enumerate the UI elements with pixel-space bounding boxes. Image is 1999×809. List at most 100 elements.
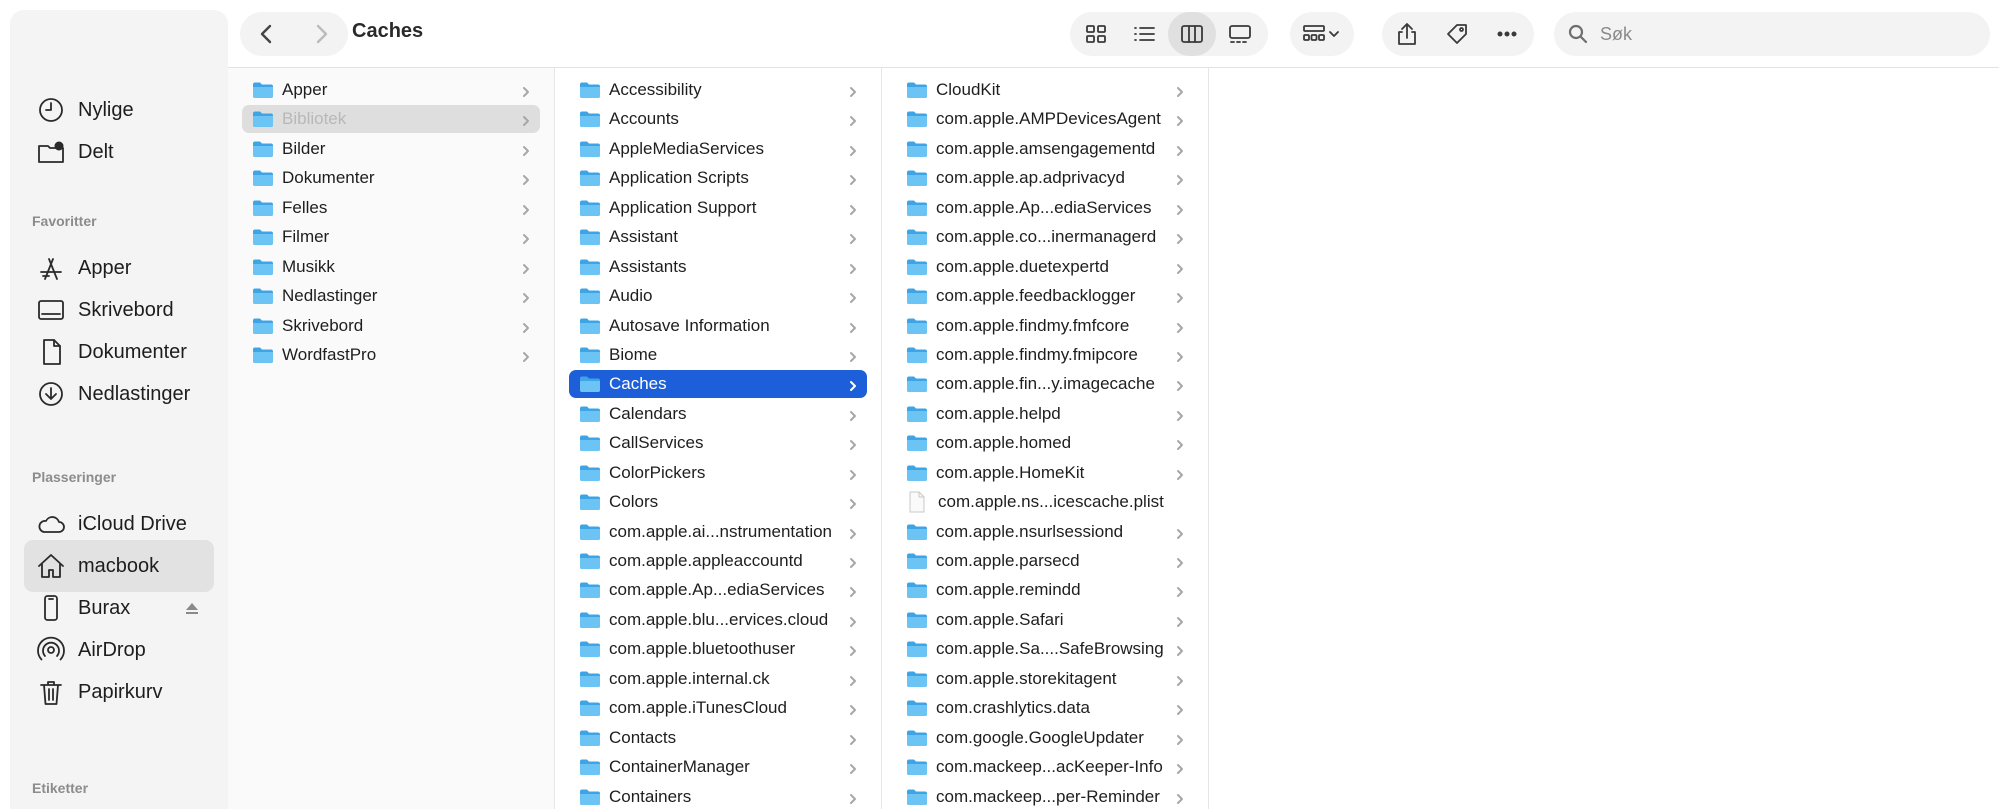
folder-row[interactable]: Audio bbox=[569, 282, 867, 310]
back-button[interactable] bbox=[240, 12, 294, 56]
folder-row[interactable]: com.apple.findmy.fmfcore bbox=[896, 312, 1194, 340]
item-label: Autosave Information bbox=[609, 315, 770, 335]
chevron-right-icon bbox=[1174, 230, 1188, 245]
chevron-right-icon bbox=[847, 112, 861, 127]
folder-row[interactable]: com.apple.ai...nstrumentation bbox=[569, 518, 867, 546]
chevron-right-icon bbox=[1174, 554, 1188, 569]
folder-icon bbox=[907, 259, 927, 275]
folder-row[interactable]: Accessibility bbox=[569, 76, 867, 104]
folder-row[interactable]: Apper bbox=[242, 76, 540, 104]
folder-icon bbox=[580, 141, 600, 157]
share-icon bbox=[1398, 23, 1416, 45]
folder-row[interactable]: com.apple.findmy.fmipcore bbox=[896, 341, 1194, 369]
folder-row[interactable]: com.apple.amsengagementd bbox=[896, 135, 1194, 163]
folder-row[interactable]: ContainerManager bbox=[569, 753, 867, 781]
folder-row[interactable]: Caches bbox=[569, 370, 867, 399]
folder-row[interactable]: com.apple.co...inermanagerd bbox=[896, 223, 1194, 251]
item-label: com.apple.fin...y.imagecache bbox=[936, 374, 1155, 394]
folder-row[interactable]: com.apple.Sa....SafeBrowsing bbox=[896, 635, 1194, 663]
folder-row[interactable]: Musikk bbox=[242, 253, 540, 281]
folder-icon bbox=[907, 111, 927, 128]
item-label: com.apple.remindd bbox=[936, 580, 1081, 600]
folder-row[interactable]: com.apple.homed bbox=[896, 429, 1194, 457]
group-by-button[interactable] bbox=[1290, 12, 1354, 56]
folder-row[interactable]: Accounts bbox=[569, 105, 867, 133]
list-view-button[interactable] bbox=[1120, 12, 1168, 56]
folder-row[interactable]: com.apple.Ap...ediaServices bbox=[896, 194, 1194, 222]
grid-view-button[interactable] bbox=[1072, 12, 1120, 56]
folder-row[interactable]: com.apple.blu...ervices.cloud bbox=[569, 606, 867, 634]
folder-row[interactable]: WordfastPro bbox=[242, 341, 540, 369]
folder-icon bbox=[907, 82, 927, 98]
chevron-right-icon bbox=[847, 319, 861, 333]
folder-row[interactable]: Nedlastinger bbox=[242, 282, 540, 310]
folder-row[interactable]: Dokumenter bbox=[242, 164, 540, 192]
eject-icon[interactable] bbox=[184, 600, 200, 616]
folder-row[interactable]: com.apple.internal.ck bbox=[569, 665, 867, 693]
item-label: com.apple.ai...nstrumentation bbox=[609, 521, 833, 541]
folder-row[interactable]: com.apple.feedbacklogger bbox=[896, 282, 1194, 310]
folder-row[interactable]: Assistants bbox=[569, 253, 867, 281]
folder-row[interactable]: com.apple.storekitagent bbox=[896, 665, 1194, 693]
folder-row[interactable]: Felles bbox=[242, 194, 540, 222]
folder-row[interactable]: com.apple.remindd bbox=[896, 576, 1194, 604]
folder-row[interactable]: com.apple.appleaccountd bbox=[569, 547, 867, 575]
search-field[interactable] bbox=[1554, 12, 1990, 56]
chevron-right-icon bbox=[1174, 377, 1188, 392]
folder-row[interactable]: com.apple.Safari bbox=[896, 606, 1194, 634]
folder-row[interactable]: com.mackeep...per-Reminder bbox=[896, 783, 1194, 809]
forward-button[interactable] bbox=[294, 12, 348, 56]
folder-row[interactable]: com.google.GoogleUpdater bbox=[896, 724, 1194, 752]
sidebar-item-downloads[interactable]: Nedlastinger bbox=[24, 368, 214, 420]
folder-row[interactable]: Autosave Information bbox=[569, 312, 867, 340]
folder-row[interactable]: com.apple.duetexpertd bbox=[896, 253, 1194, 281]
folder-row[interactable]: Assistant bbox=[569, 223, 867, 251]
folder-row[interactable]: com.apple.iTunesCloud bbox=[569, 694, 867, 722]
download-icon bbox=[34, 377, 68, 411]
folder-row[interactable]: com.apple.nsurlsessiond bbox=[896, 518, 1194, 546]
file-row[interactable]: com.apple.ns...icescache.plist bbox=[896, 488, 1194, 516]
folder-row[interactable]: com.mackeep...acKeeper-Info bbox=[896, 753, 1194, 781]
sidebar-item-trash[interactable]: Papirkurv bbox=[24, 666, 214, 718]
share-button[interactable] bbox=[1382, 12, 1432, 56]
item-label: com.apple.findmy.fmipcore bbox=[936, 344, 1138, 364]
chevron-right-icon bbox=[847, 672, 861, 686]
folder-row[interactable]: com.crashlytics.data bbox=[896, 694, 1194, 722]
folder-row[interactable]: Skrivebord bbox=[242, 312, 540, 340]
folder-row[interactable]: Containers bbox=[569, 783, 867, 809]
folder-row[interactable]: com.apple.ap.adprivacyd bbox=[896, 164, 1194, 192]
folder-row[interactable]: CallServices bbox=[569, 429, 867, 457]
folder-icon bbox=[580, 259, 600, 275]
folder-row[interactable]: ColorPickers bbox=[569, 459, 867, 487]
more-button[interactable] bbox=[1482, 12, 1532, 56]
folder-row[interactable]: CloudKit bbox=[896, 76, 1194, 104]
chevron-right-icon bbox=[520, 348, 534, 362]
folder-row[interactable]: com.apple.parsecd bbox=[896, 547, 1194, 575]
chevron-right-icon bbox=[520, 319, 534, 333]
sidebar-item-shared[interactable]: Delt bbox=[24, 126, 214, 178]
folder-row[interactable]: Bibliotek bbox=[242, 105, 540, 134]
folder-row[interactable]: com.apple.AMPDevicesAgent bbox=[896, 105, 1194, 133]
tags-button[interactable] bbox=[1432, 12, 1482, 56]
column-view-button[interactable] bbox=[1168, 12, 1216, 56]
folder-row[interactable]: Application Support bbox=[569, 194, 867, 222]
chevron-right-icon bbox=[1174, 583, 1188, 598]
folder-row[interactable]: com.apple.helpd bbox=[896, 400, 1194, 428]
folder-icon bbox=[580, 82, 600, 98]
gallery-view-button[interactable] bbox=[1216, 12, 1264, 56]
folder-row[interactable]: AppleMediaServices bbox=[569, 135, 867, 163]
folder-row[interactable]: Filmer bbox=[242, 223, 540, 251]
search-input[interactable] bbox=[1600, 23, 1980, 45]
folder-icon bbox=[907, 141, 927, 157]
folder-row[interactable]: com.apple.bluetoothuser bbox=[569, 635, 867, 663]
folder-row[interactable]: Biome bbox=[569, 341, 867, 369]
folder-row[interactable]: com.apple.HomeKit bbox=[896, 459, 1194, 487]
folder-row[interactable]: Contacts bbox=[569, 724, 867, 752]
folder-row[interactable]: com.apple.Ap...ediaServices bbox=[569, 576, 867, 604]
folder-row[interactable]: Application Scripts bbox=[569, 164, 867, 192]
folder-row[interactable]: com.apple.fin...y.imagecache bbox=[896, 370, 1194, 398]
item-label: Containers bbox=[609, 786, 692, 806]
folder-row[interactable]: Colors bbox=[569, 488, 867, 516]
folder-row[interactable]: Calendars bbox=[569, 400, 867, 428]
folder-row[interactable]: Bilder bbox=[242, 135, 540, 163]
